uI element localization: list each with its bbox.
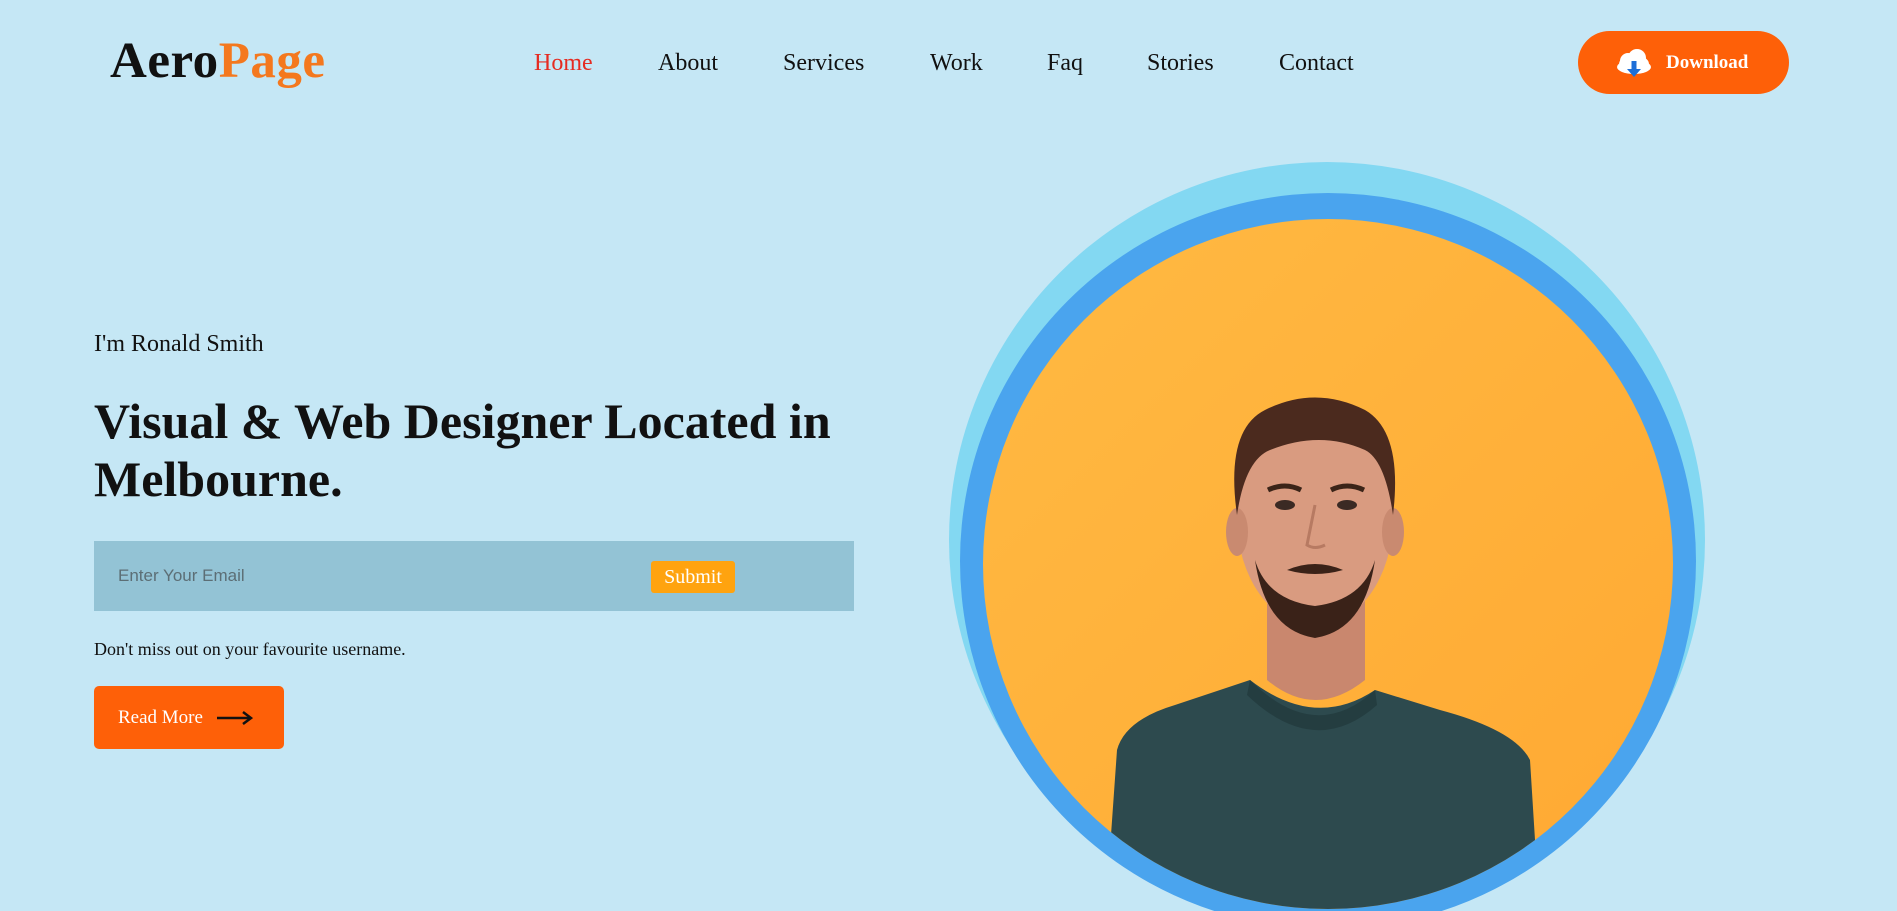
nav-item-contact[interactable]: Contact — [1279, 47, 1354, 79]
newsletter-form: Submit — [94, 541, 854, 611]
hero-intro: I'm Ronald Smith — [94, 331, 264, 357]
hero-portrait — [949, 162, 1705, 911]
download-button-label: Download — [1666, 51, 1749, 73]
arrow-right-icon — [216, 710, 253, 725]
nav-item-home[interactable]: Home — [534, 47, 593, 79]
nav-item-work[interactable]: Work — [930, 47, 983, 79]
email-input[interactable] — [118, 561, 618, 591]
read-more-label: Read More — [118, 706, 203, 728]
cloud-download-icon — [1617, 48, 1651, 77]
nav-item-stories[interactable]: Stories — [1147, 47, 1214, 79]
hero-title: Visual & Web Designer Located in Melbour… — [94, 393, 831, 507]
newsletter-note: Don't miss out on your favourite usernam… — [94, 639, 406, 659]
submit-button[interactable]: Submit — [651, 561, 735, 593]
read-more-button[interactable]: Read More — [94, 686, 284, 749]
nav-item-about[interactable]: About — [658, 47, 718, 79]
download-button[interactable]: Download — [1578, 31, 1789, 94]
nav-item-faq[interactable]: Faq — [1047, 47, 1083, 79]
nav-item-services[interactable]: Services — [783, 47, 864, 79]
